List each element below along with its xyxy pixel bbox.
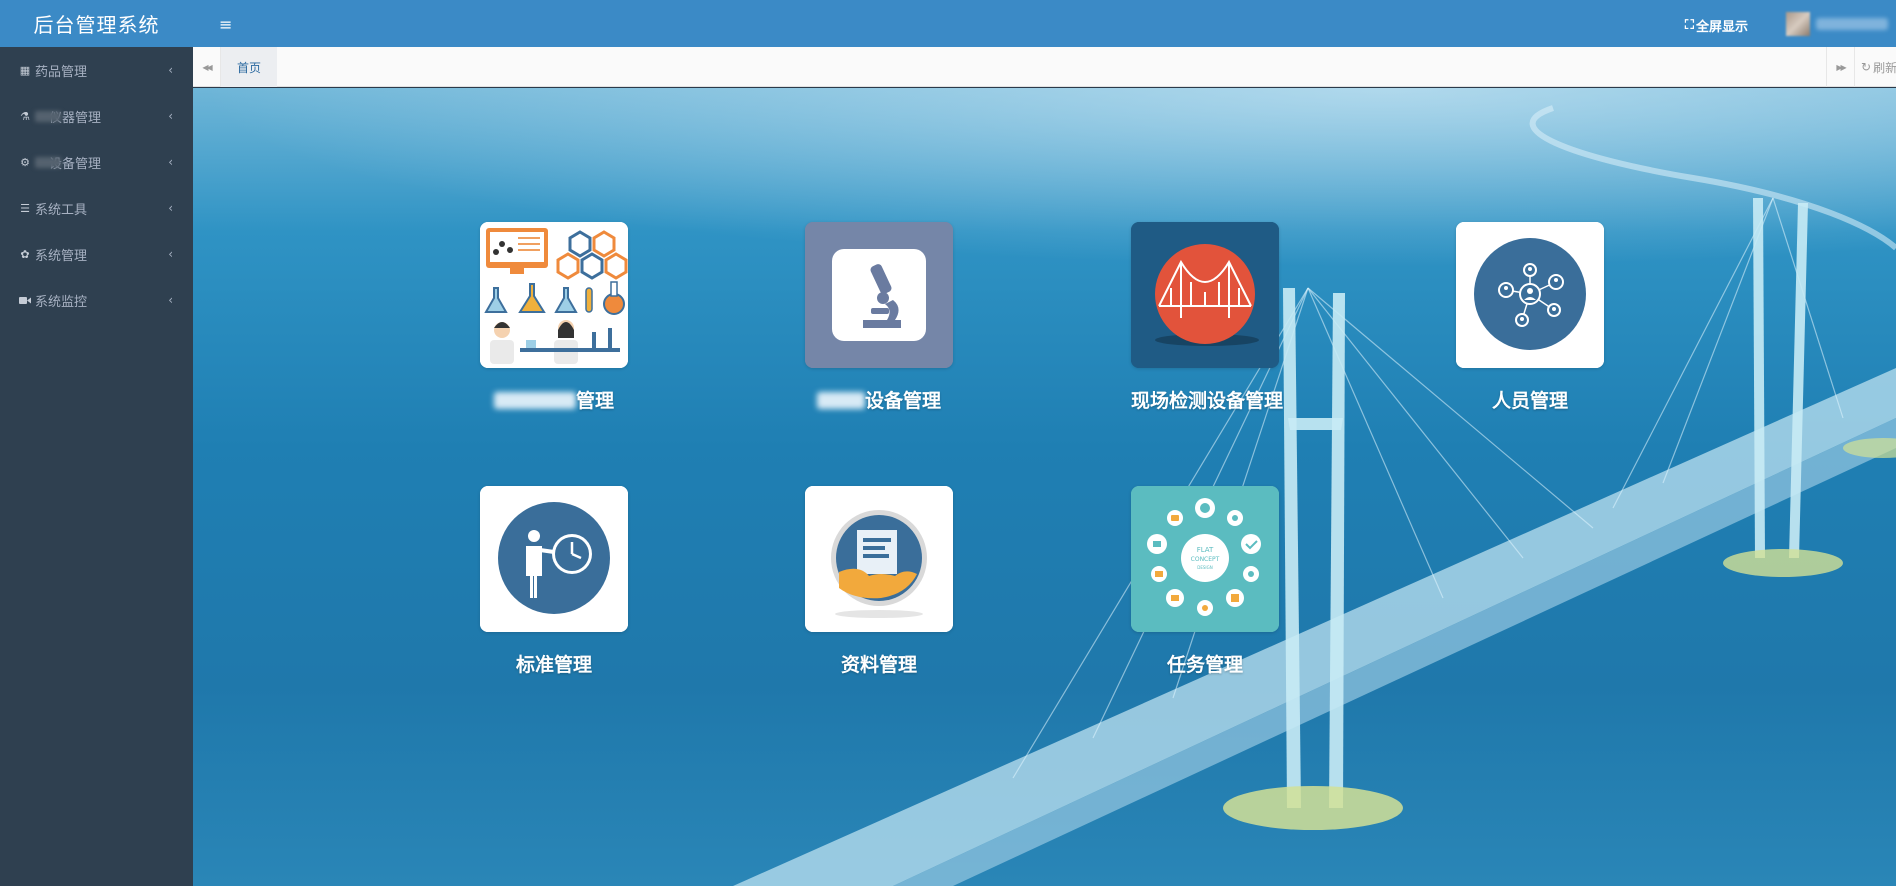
tile-personnel-management[interactable]: 人员管理 — [1456, 222, 1604, 413]
fullscreen-label: 全屏显示 — [1695, 20, 1748, 35]
design-text: DESIGN — [1197, 565, 1212, 570]
main-content: 管理 设备管理 现场检测设备管理 人员管理 标准管理 资料管理 FLAT CON… — [193, 88, 1896, 886]
bridge-icon — [1131, 222, 1279, 368]
redacted-text — [35, 156, 61, 168]
microscope-icon — [805, 222, 953, 368]
sidebar-item-label: 药品管理 — [35, 64, 88, 80]
tabs-scroll-left-button[interactable]: ◀◀ — [193, 47, 221, 87]
presenter-clock-icon — [480, 486, 628, 632]
sidebar-item-system[interactable]: ✿ 系统管理 ‹ — [0, 231, 193, 277]
tile-documents-management[interactable]: 资料管理 — [805, 486, 953, 677]
avatar — [1786, 12, 1810, 36]
user-menu[interactable] — [1786, 12, 1888, 36]
tabs-scroll-right-button[interactable]: ▶▶ — [1826, 47, 1854, 87]
table-icon: ▦ — [19, 63, 31, 77]
sidebar-item-monitor[interactable]: 系统监控 ‹ — [0, 277, 193, 323]
tile-label: 管理 — [480, 386, 628, 413]
flat-text: FLAT — [1197, 546, 1214, 554]
tile-task-management[interactable]: FLAT CONCEPT DESIGN 任务管理 — [1131, 486, 1279, 677]
flask-icon: ⚗ — [20, 109, 30, 123]
top-header: ≡ ⛶ 全屏显示 — [193, 0, 1896, 47]
refresh-button[interactable]: ↻ 刷新 — [1854, 47, 1896, 87]
redacted-text — [35, 110, 61, 122]
video-camera-icon — [19, 294, 31, 306]
tile-label-text: 管理 — [575, 390, 614, 412]
tile-label: 设备管理 — [805, 386, 953, 413]
bridge-background-image — [733, 105, 1896, 886]
tile-label: 标准管理 — [515, 654, 592, 676]
sidebar-item-instruments[interactable]: ⚗ 仪器管理 ‹ — [0, 93, 193, 139]
fullscreen-button[interactable]: ⛶ 全屏显示 — [1685, 16, 1748, 35]
chevron-left-icon: ‹ — [168, 293, 173, 307]
laboratory-icon — [480, 222, 628, 368]
tab-bar: ◀◀ 首页 ▶▶ ↻ 刷新 — [193, 47, 1896, 87]
username-redacted — [1816, 18, 1888, 30]
tile-label: 现场检测设备管理 — [1131, 390, 1284, 412]
forward-icon: ▶▶ — [1836, 62, 1846, 72]
tile-equipment-management[interactable]: 设备管理 — [805, 222, 953, 413]
redacted-text — [493, 392, 576, 409]
sidebar-item-label: 系统工具 — [35, 202, 88, 218]
sidebar-item-equipment[interactable]: ⚙ 设备管理 ‹ — [0, 139, 193, 185]
app-title: 后台管理系统 — [0, 0, 193, 47]
tile-field-testing-equipment[interactable]: 现场检测设备管理 — [1131, 222, 1284, 413]
sidebar: 后台管理系统 ▦ 药品管理 ‹ ⚗ 仪器管理 ‹ ⚙ 设备管理 ‹ ☰ 系统工具… — [0, 0, 193, 886]
people-network-icon — [1456, 222, 1604, 368]
chevron-left-icon: ‹ — [168, 201, 173, 215]
tile-lab-management[interactable]: 管理 — [480, 222, 628, 413]
chevron-left-icon: ‹ — [168, 63, 173, 77]
redacted-text — [816, 392, 865, 409]
sidebar-item-drugs[interactable]: ▦ 药品管理 ‹ — [0, 47, 193, 93]
flat-concept-icon: FLAT CONCEPT DESIGN — [1131, 486, 1279, 632]
list-icon: ☰ — [20, 201, 30, 215]
chevron-left-icon: ‹ — [168, 109, 173, 123]
tab-home[interactable]: 首页 — [221, 47, 277, 87]
expand-icon: ⛶ — [1684, 18, 1694, 33]
chevron-left-icon: ‹ — [168, 247, 173, 261]
refresh-icon: ↻ — [1861, 60, 1872, 74]
tile-label: 任务管理 — [1166, 654, 1243, 676]
refresh-label: 刷新 — [1873, 60, 1896, 75]
gears-icon: ⚙ — [20, 155, 30, 169]
document-hand-icon — [805, 486, 953, 632]
menu-toggle-icon[interactable]: ≡ — [219, 15, 232, 34]
sidebar-item-label: 系统监控 — [35, 294, 88, 310]
sidebar-item-tools[interactable]: ☰ 系统工具 ‹ — [0, 185, 193, 231]
tile-label-text: 设备管理 — [864, 390, 941, 412]
sidebar-item-label: 系统管理 — [35, 248, 88, 264]
tile-label: 人员管理 — [1491, 390, 1568, 412]
tile-standards-management[interactable]: 标准管理 — [480, 486, 628, 677]
concept-text: CONCEPT — [1191, 556, 1220, 563]
backward-icon: ◀◀ — [202, 62, 212, 72]
tile-label: 资料管理 — [840, 654, 917, 676]
gear-icon: ✿ — [20, 247, 30, 261]
chevron-left-icon: ‹ — [168, 155, 173, 169]
